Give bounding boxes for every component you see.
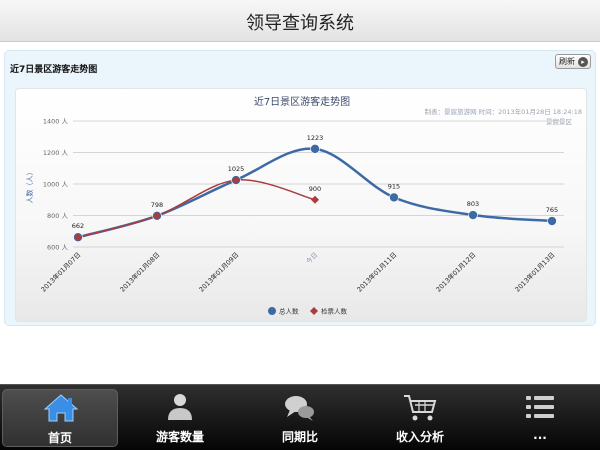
chat-icon [285,396,314,421]
x-tick-label: 2013年01月08日 [118,250,162,294]
app-header: 领导查询系统 [0,0,600,42]
y-tick-label: 800 人 [47,212,68,220]
data-label: 765 [546,206,558,214]
arrow-right-icon: ▸ [578,57,588,67]
page-title: 领导查询系统 [246,13,354,34]
home-icon [43,394,79,422]
data-label: 900 [309,185,321,193]
data-label: 803 [467,200,479,208]
legend-marker [268,307,276,315]
visitor-trend-chart: 近7日景区游客走势图 制表：景宸旅游网 时间：2013年01月28日 18:24… [25,95,582,316]
tab-more-label: ... [533,428,547,442]
tab-home[interactable]: 首页 [2,389,118,447]
data-label: 798 [151,201,163,209]
x-tick-label: 2013年01月12日 [434,250,478,294]
list-icon [526,396,554,418]
data-label: 1223 [307,134,324,142]
y-tick-label: 600 人 [47,244,68,252]
tab-income-label: 收入分析 [395,430,444,444]
x-tick-label: 2013年01月11日 [355,250,399,294]
data-label: 1025 [228,165,245,173]
tab-income[interactable]: 收入分析 [362,389,478,447]
y-tick-label: 1000 人 [43,181,69,189]
tab-visitors[interactable]: 游客数量 [122,389,238,447]
x-tick-label: 2013年01月07日 [39,250,83,294]
chart-credit-line-1: 制表：景宸旅游网 时间：2013年01月28日 18:24:18 [425,107,582,116]
data-label: 662 [72,222,84,230]
trend-panel: 近7日景区游客走势图 刷新 ▸ 近7日景区游客走势图 制表：景宸旅游网 时间：2… [4,50,596,326]
y-tick-label: 1400 人 [43,118,69,126]
tab-compare[interactable]: 同期比 [242,389,358,447]
legend-label[interactable]: 检票人数 [321,307,348,316]
tab-visitors-label: 游客数量 [155,430,204,444]
x-tick-label: 2013年01月09日 [197,250,241,294]
data-point[interactable] [311,195,319,204]
bottom-tab-bar: 首页 游客数量 同期比 收入分析 ... [0,384,600,450]
legend-label[interactable]: 总人数 [279,307,299,316]
series-line [77,179,316,238]
series-line [77,147,553,239]
chart-title: 近7日景区游客走势图 [254,95,350,108]
person-icon [168,394,192,420]
y-tick-label: 1200 人 [43,149,69,157]
refresh-button[interactable]: 刷新 ▸ [555,54,591,69]
data-point[interactable] [310,144,320,154]
refresh-button-label: 刷新 [559,57,575,66]
data-point[interactable] [389,192,399,203]
x-tick-label: 今日 [304,250,320,266]
data-point[interactable] [468,210,478,220]
x-tick-label: 2013年01月13日 [513,250,557,294]
tab-more[interactable]: ... [482,389,598,447]
chart-container: 近7日景区游客走势图 制表：景宸旅游网 时间：2013年01月28日 18:24… [15,88,587,322]
legend-marker [310,307,318,315]
tab-compare-label: 同期比 [281,430,318,444]
tab-home-label: 首页 [47,431,72,445]
data-label: 915 [388,182,400,190]
chart-credit-line-2: 景宸景区 [546,117,573,126]
y-axis-title: 人数（人） [25,169,34,204]
data-point[interactable] [547,216,557,226]
cart-icon [404,395,437,421]
panel-title: 近7日景区游客走势图 [10,65,98,75]
